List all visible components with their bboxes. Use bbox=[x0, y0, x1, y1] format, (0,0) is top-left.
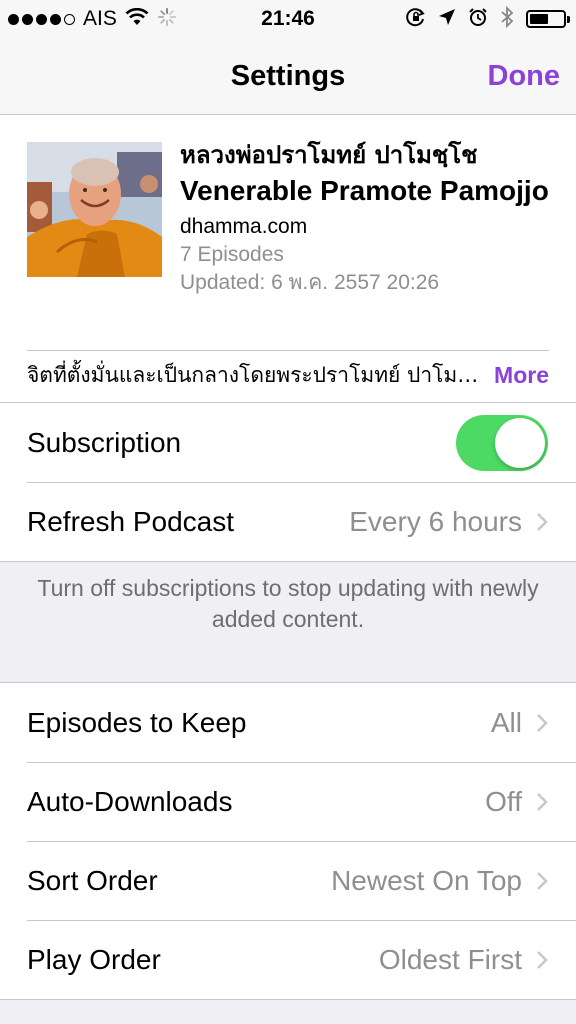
location-arrow-icon bbox=[438, 8, 456, 31]
play-order-value: Oldest First bbox=[378, 943, 522, 975]
divider bbox=[27, 350, 549, 351]
chevron-right-icon bbox=[536, 512, 548, 532]
sort-order-value: Newest On Top bbox=[331, 864, 522, 896]
podcast-info: หลวงพ่อปราโมทย์ ปาโมชฺโช Venerable Pramo… bbox=[180, 137, 560, 297]
podcast-title: Venerable Pramote Pamojjo bbox=[180, 175, 549, 206]
subscription-row: Subscription bbox=[0, 403, 576, 482]
battery-icon bbox=[526, 10, 570, 28]
last-updated: Updated: 6 พ.ค. 2557 20:26 bbox=[180, 271, 440, 294]
rotation-lock-icon bbox=[406, 7, 426, 32]
subscription-toggle[interactable] bbox=[456, 414, 548, 471]
episode-settings-group: Episodes to Keep All Auto-Downloads Off … bbox=[0, 682, 576, 1000]
status-bar: AIS 21:46 bbox=[0, 0, 576, 38]
sort-order-label: Sort Order bbox=[27, 864, 158, 896]
episodes-to-keep-label: Episodes to Keep bbox=[27, 706, 247, 738]
alarm-icon bbox=[468, 7, 488, 32]
play-order-row[interactable]: Play Order Oldest First bbox=[0, 920, 576, 999]
subscription-label: Subscription bbox=[27, 426, 182, 458]
podcast-author: dhamma.com bbox=[180, 215, 308, 238]
toggle-knob bbox=[495, 417, 545, 468]
chevron-right-icon bbox=[536, 792, 548, 812]
episodes-to-keep-row[interactable]: Episodes to Keep All bbox=[0, 683, 576, 762]
chevron-right-icon bbox=[536, 713, 548, 733]
bluetooth-icon bbox=[500, 5, 514, 33]
chevron-right-icon bbox=[536, 950, 548, 970]
episodes-to-keep-value: All bbox=[490, 706, 522, 738]
chevron-right-icon bbox=[536, 871, 548, 891]
subscription-footer-note: Turn off subscriptions to stop updating … bbox=[37, 575, 539, 632]
subscription-group: Subscription Refresh Podcast Every 6 hou… bbox=[0, 402, 576, 562]
auto-downloads-row[interactable]: Auto-Downloads Off bbox=[0, 762, 576, 841]
sort-order-row[interactable]: Sort Order Newest On Top bbox=[0, 841, 576, 920]
refresh-podcast-value: Every 6 hours bbox=[349, 505, 522, 537]
podcast-artwork bbox=[27, 142, 162, 277]
episode-count: 7 Episodes bbox=[180, 243, 284, 266]
description-row: จิตที่ตั้งมั่นและเป็นกลางโดยพระปราโมทย์ … bbox=[27, 357, 549, 393]
refresh-podcast-row[interactable]: Refresh Podcast Every 6 hours bbox=[0, 482, 576, 561]
auto-downloads-label: Auto-Downloads bbox=[27, 785, 233, 817]
auto-downloads-value: Off bbox=[485, 785, 522, 817]
status-right bbox=[406, 0, 570, 38]
navigation-bar: Settings Done bbox=[0, 38, 576, 115]
podcast-description: จิตที่ตั้งมั่นและเป็นกลางโดยพระปราโมทย์ … bbox=[27, 362, 483, 387]
done-button[interactable]: Done bbox=[488, 38, 561, 114]
refresh-podcast-label: Refresh Podcast bbox=[27, 505, 234, 537]
podcast-thai-title: หลวงพ่อปราโมทย์ ปาโมชฺโช bbox=[180, 141, 478, 169]
podcast-header: หลวงพ่อปราโมทย์ ปาโมชฺโช Venerable Pramo… bbox=[0, 115, 576, 403]
play-order-label: Play Order bbox=[27, 943, 161, 975]
more-button[interactable]: More bbox=[494, 362, 549, 389]
